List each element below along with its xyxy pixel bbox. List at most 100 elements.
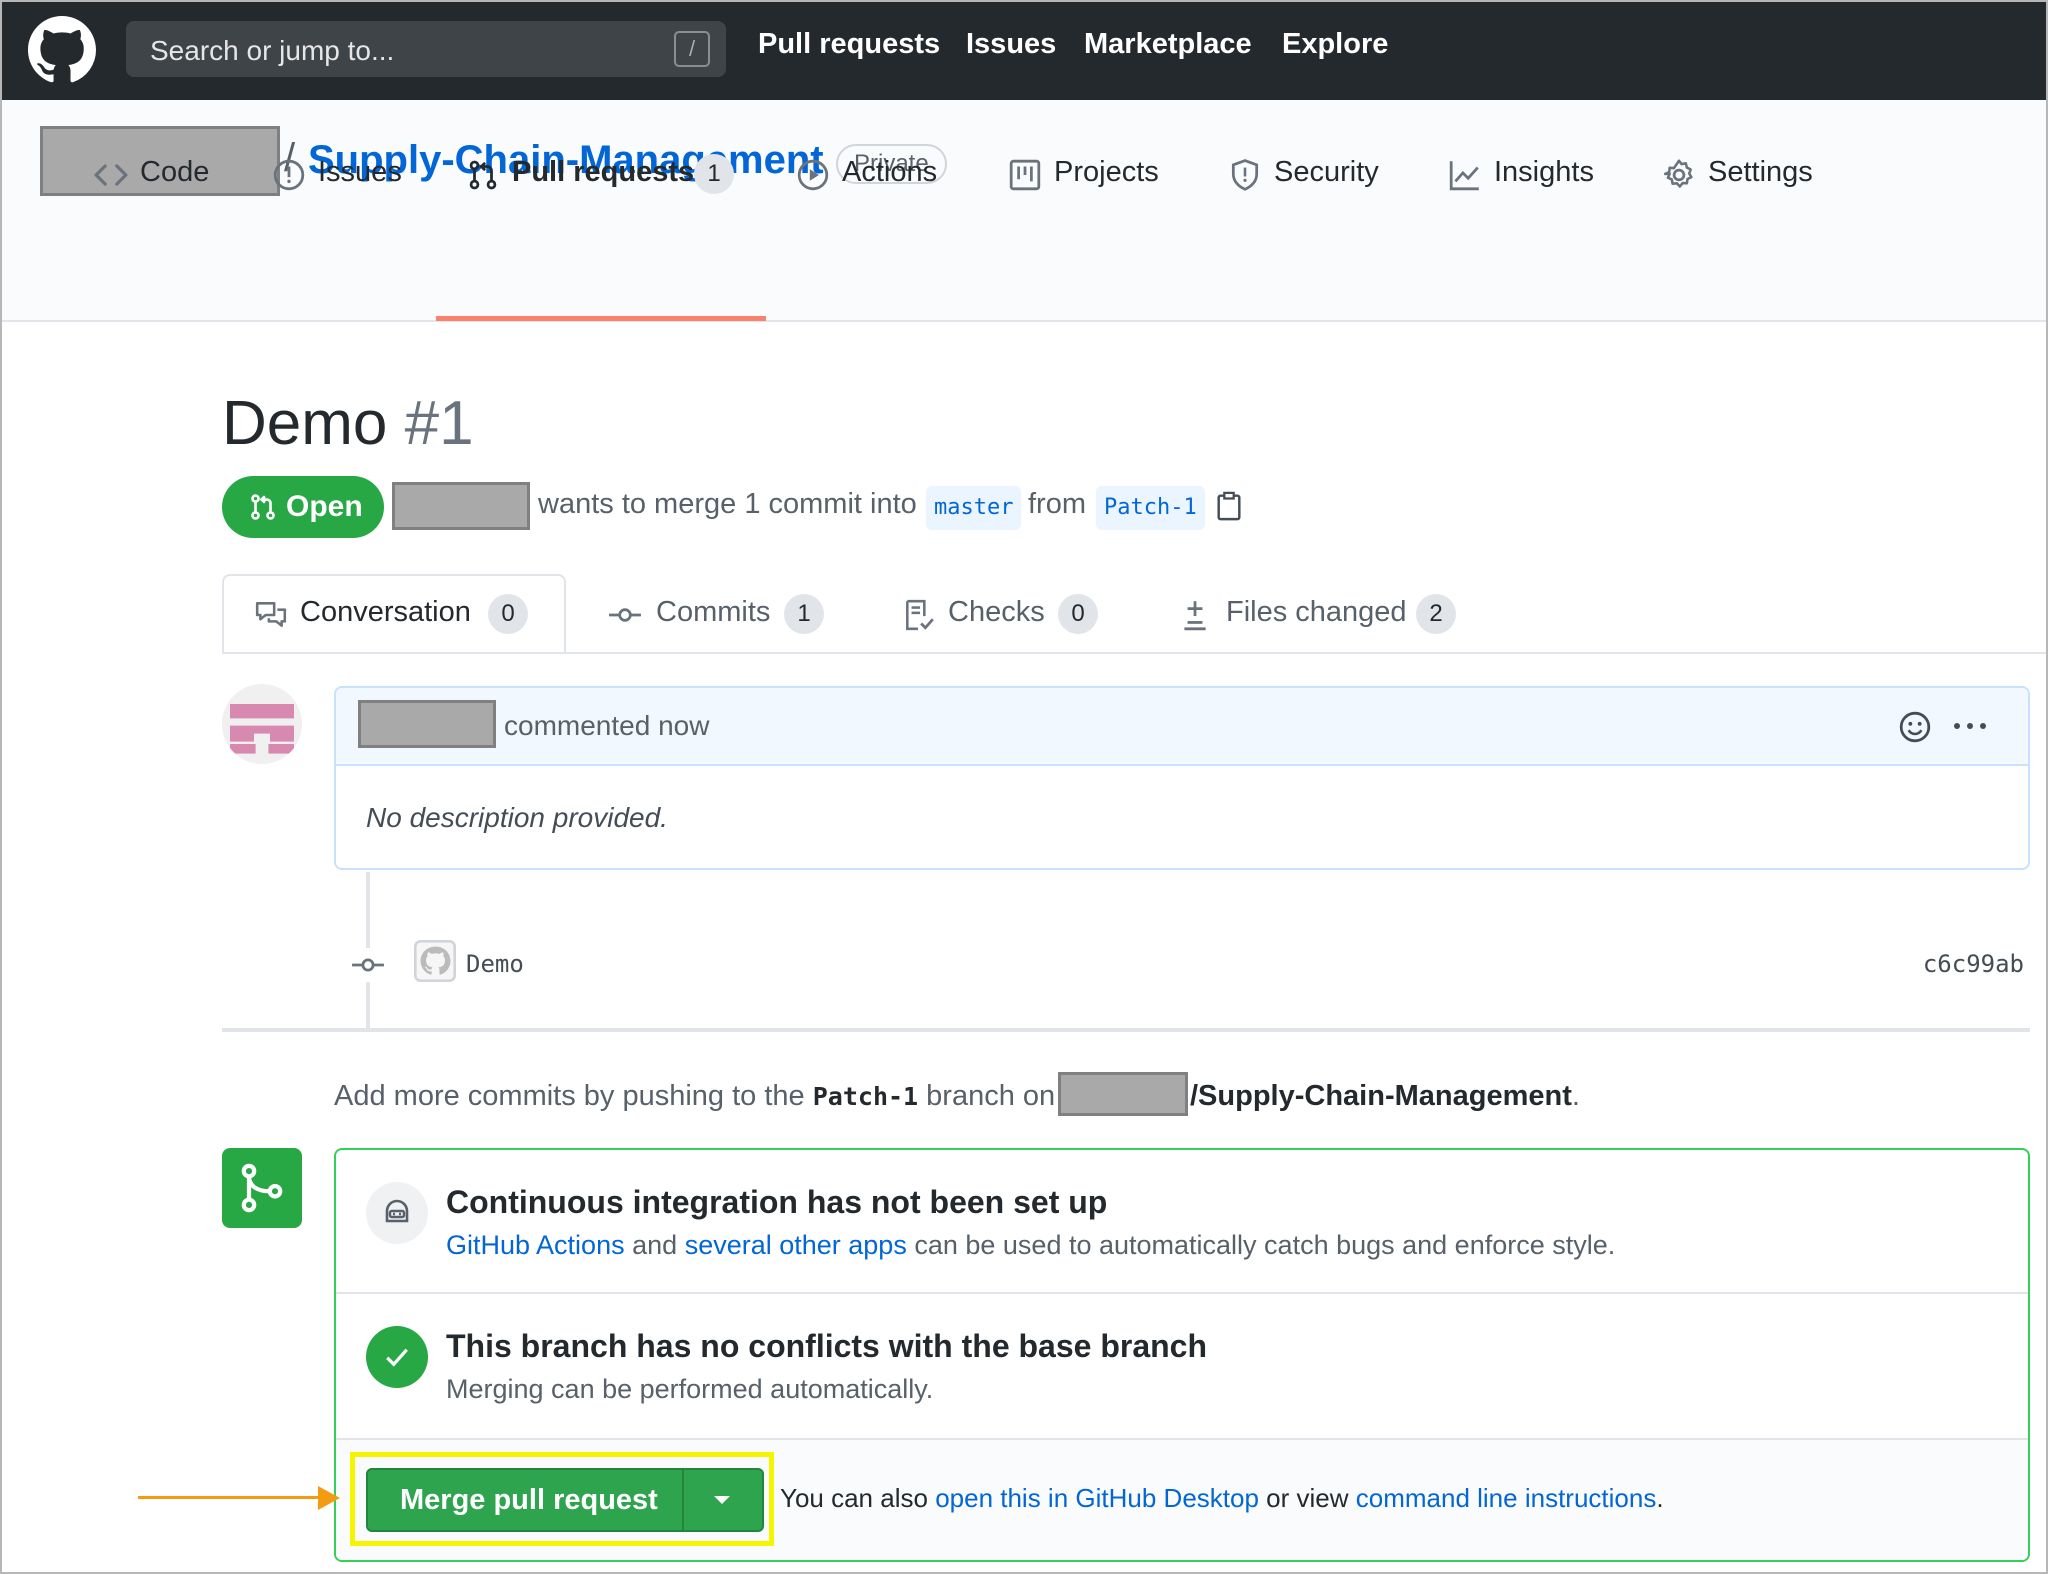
page-title: Demo #1 xyxy=(222,388,474,459)
tab-files-changed-label: Files changed xyxy=(1226,596,1407,628)
push-info-branch: Patch-1 xyxy=(812,1082,919,1111)
project-icon xyxy=(1009,159,1041,191)
ci-title: Continuous integration has not been set … xyxy=(446,1184,1108,1220)
status-badge: Open xyxy=(222,476,384,538)
tab-actions-label: Actions xyxy=(842,156,938,188)
github-desktop-link[interactable]: open this in GitHub Desktop xyxy=(935,1483,1259,1513)
checklist-icon xyxy=(906,599,934,631)
status-label: Open xyxy=(286,490,363,523)
redacted-author xyxy=(392,482,530,530)
other-apps-link[interactable]: several other apps xyxy=(685,1230,907,1260)
merge-pull-request-button[interactable]: Merge pull request xyxy=(366,1468,764,1532)
merge-button-label: Merge pull request xyxy=(400,1484,658,1516)
redacted-commenter xyxy=(358,700,496,748)
conflicts-subtitle: Merging can be performed automatically. xyxy=(446,1374,934,1404)
code-icon xyxy=(94,164,128,186)
github-logo-icon[interactable] xyxy=(28,16,96,84)
merge-alternatives-text: You can also open this in GitHub Desktop… xyxy=(780,1483,1664,1514)
redacted-repo-owner xyxy=(1058,1072,1188,1116)
pull-requests-count: 1 xyxy=(694,154,734,194)
command-line-link[interactable]: command line instructions xyxy=(1356,1483,1657,1513)
shield-icon xyxy=(1231,159,1259,191)
merge-button-divider xyxy=(682,1470,684,1530)
smiley-icon[interactable] xyxy=(1898,710,1932,744)
comment-body: No description provided. xyxy=(366,802,668,833)
nav-marketplace[interactable]: Marketplace xyxy=(1084,28,1252,61)
files-changed-count: 2 xyxy=(1416,594,1456,634)
search-shortcut-key: / xyxy=(674,31,710,67)
tab-commits-label: Commits xyxy=(656,596,771,628)
check-icon xyxy=(386,1348,408,1367)
ci-icon-circle xyxy=(366,1182,428,1244)
pr-title-text: Demo xyxy=(222,389,388,458)
pull-request-icon xyxy=(251,494,275,520)
comment-header: commented now xyxy=(336,688,2028,766)
search-input[interactable]: Search or jump to... / xyxy=(126,21,726,77)
push-info-repo-wrapper: /Supply-Chain-Management. xyxy=(1190,1080,1580,1113)
ci-rest-text: can be used to automatically catch bugs … xyxy=(914,1230,1616,1260)
git-merge-icon xyxy=(241,1163,283,1213)
commit-sha-link[interactable]: c6c99ab xyxy=(1923,950,2024,978)
tab-conversation-label: Conversation xyxy=(300,596,471,628)
checks-count: 0 xyxy=(1058,594,1098,634)
play-icon xyxy=(797,159,829,191)
search-placeholder: Search or jump to... xyxy=(150,35,395,66)
timeline-end-divider xyxy=(222,1028,2030,1032)
nav-issues[interactable]: Issues xyxy=(966,28,1056,61)
merge-description: wants to merge 1 commit into xyxy=(538,488,917,520)
push-info-middle: branch on xyxy=(926,1080,1056,1112)
head-branch[interactable]: Patch-1 xyxy=(1096,486,1205,530)
ci-and-text: and xyxy=(632,1230,678,1260)
robot-icon xyxy=(385,1199,409,1223)
conversation-count: 0 xyxy=(488,594,528,634)
diff-icon xyxy=(1184,601,1206,631)
tab-issues-label: Issues xyxy=(318,156,402,188)
from-label: from xyxy=(1028,488,1086,520)
push-info-repo: /Supply-Chain-Management xyxy=(1190,1080,1572,1112)
end-punct: . xyxy=(1656,1483,1664,1513)
or-view-text: or view xyxy=(1266,1483,1349,1513)
comment-discussion-icon xyxy=(255,602,287,627)
commits-count: 1 xyxy=(784,594,824,634)
tab-settings-label: Settings xyxy=(1708,156,1813,188)
ci-section: Continuous integration has not been set … xyxy=(336,1150,2028,1294)
browser-frame: Search or jump to... / Pull requests Iss… xyxy=(0,0,2048,1574)
conflicts-section: This branch has no conflicts with the ba… xyxy=(336,1294,2028,1440)
pr-number: #1 xyxy=(404,389,474,458)
issue-icon xyxy=(273,159,305,191)
subtabs-divider xyxy=(222,652,2046,654)
tab-security-label: Security xyxy=(1274,156,1379,188)
nav-pull-requests[interactable]: Pull requests xyxy=(758,28,940,61)
merge-status-icon-box xyxy=(222,1148,302,1228)
conflicts-title: This branch has no conflicts with the ba… xyxy=(446,1328,1208,1364)
tab-projects-label: Projects xyxy=(1054,156,1159,188)
tab-code-label: Code xyxy=(140,156,210,188)
commit-author-avatar-icon[interactable] xyxy=(414,940,456,982)
annotation-arrow-head xyxy=(318,1486,340,1510)
repo-header: / Supply-Chain-Management Private Code I… xyxy=(2,100,2046,322)
active-tab-underline xyxy=(436,316,766,321)
base-branch[interactable]: master xyxy=(926,486,1022,530)
global-header: Search or jump to... / Pull requests Iss… xyxy=(2,2,2046,100)
ci-subtitle: GitHub Actions and several other apps ca… xyxy=(446,1230,1615,1261)
push-info-prefix: Add more commits by pushing to the xyxy=(334,1080,805,1112)
git-commit-icon xyxy=(609,608,641,622)
also-text: You can also xyxy=(780,1483,928,1513)
comment-action: commented now xyxy=(504,710,710,741)
nav-explore[interactable]: Explore xyxy=(1282,28,1388,61)
commit-message-link[interactable]: Demo xyxy=(466,950,524,978)
tab-insights-label: Insights xyxy=(1494,156,1594,188)
gear-icon xyxy=(1663,159,1693,188)
tab-checks-label: Checks xyxy=(948,596,1045,628)
tab-pull-requests-label: Pull requests xyxy=(512,156,695,188)
chevron-down-icon[interactable] xyxy=(714,1496,730,1504)
avatar[interactable] xyxy=(222,684,302,764)
kebab-horizontal-icon[interactable] xyxy=(1952,718,1988,734)
github-actions-link[interactable]: GitHub Actions xyxy=(446,1230,625,1260)
annotation-arrow-line xyxy=(138,1496,324,1499)
graph-icon xyxy=(1449,161,1479,191)
copy-icon[interactable] xyxy=(1214,490,1244,522)
push-info-suffix: . xyxy=(1571,1080,1580,1112)
git-commit-icon xyxy=(351,948,385,982)
pull-request-icon xyxy=(469,160,497,190)
